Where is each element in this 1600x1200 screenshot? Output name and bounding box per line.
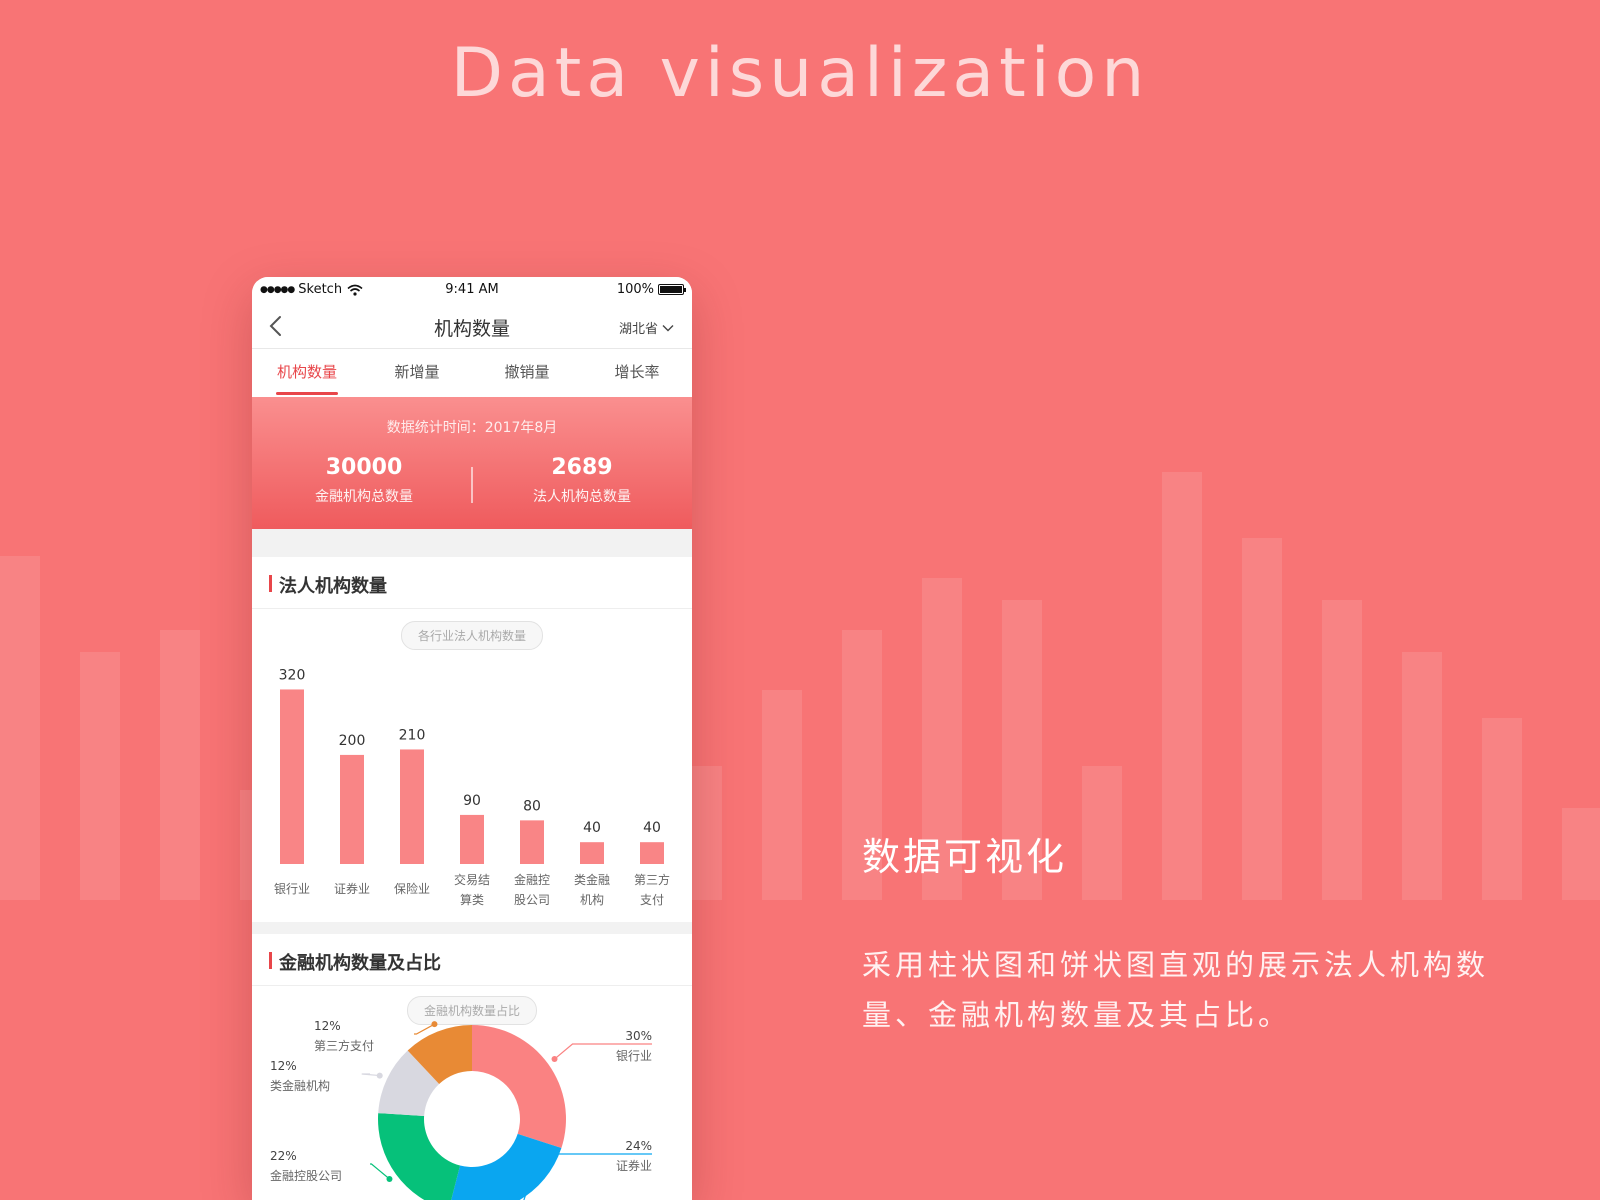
leader-line — [361, 1073, 380, 1077]
bar — [520, 820, 544, 864]
background-bar — [1082, 766, 1122, 900]
battery-percent: 100% — [616, 282, 654, 297]
donut-chart: 30% 银行业 24% 证券业 22% 金融控股公司 12% 类金融机构 12% 第三方支付 — [270, 1019, 652, 1200]
category-label: 算类 — [460, 892, 484, 907]
background-bar — [1322, 600, 1362, 900]
stat-financial-total: 30000 金融机构总数量 — [264, 455, 464, 506]
tab-new-count[interactable]: 新增量 — [362, 349, 472, 397]
category-label: 机构 — [580, 892, 604, 907]
pie-slice — [472, 1025, 566, 1149]
side-title: 数据可视化 — [862, 835, 1068, 879]
category-label: 保险业 — [394, 881, 430, 896]
bar-value-label: 40 — [643, 820, 661, 836]
category-label: 证券业 — [334, 881, 370, 896]
bar-chart-card: 法人机构数量 各行业法人机构数量 320 银行业 200 证券业 210 保险业 90 交易结… — [252, 557, 692, 922]
region-selector[interactable]: 湖北省 — [619, 318, 674, 337]
bar-value-label: 320 — [279, 667, 306, 683]
leader-line — [414, 1023, 435, 1035]
bar-value-label: 210 — [399, 727, 426, 743]
summary-panel: 数据统计时间：2017年8月 30000 金融机构总数量 2689 法人机构总数… — [252, 397, 692, 529]
background-bar — [1562, 808, 1600, 900]
bar — [340, 754, 364, 864]
bar-value-label: 200 — [339, 733, 366, 749]
slice-name-label: 金融控股公司 — [270, 1168, 342, 1183]
background-bar — [762, 690, 802, 900]
stat-divider — [471, 467, 473, 503]
slice-name-label: 第三方支付 — [314, 1038, 374, 1053]
pie-chart-card: 金融机构数量及占比 金融机构数量占比 30% 银行业 24% 证券业 22% 金融控股公司… — [252, 934, 692, 1200]
category-label: 支付 — [640, 893, 664, 907]
tab-institution-count[interactable]: 机构数量 — [252, 349, 362, 397]
bar — [640, 842, 664, 864]
background-bar — [1242, 538, 1282, 900]
category-label: 银行业 — [274, 882, 310, 896]
category-label: 金融控 — [514, 872, 550, 887]
slice-percent-label: 22% — [270, 1149, 297, 1163]
background-bar — [160, 630, 200, 900]
bar-value-label: 40 — [583, 820, 601, 836]
background-bar — [692, 766, 722, 900]
bar — [400, 749, 424, 864]
category-label: 股公司 — [514, 893, 550, 907]
bar — [460, 814, 484, 864]
bar-value-label: 90 — [463, 793, 481, 809]
tab-bar: 机构数量 新增量 撤销量 增长率 — [252, 349, 692, 397]
background-bar — [1162, 472, 1202, 900]
battery-icon — [658, 284, 686, 295]
bar — [580, 842, 604, 864]
hero-title: Data visualization — [450, 34, 1150, 113]
slice-name-label: 证券业 — [616, 1158, 652, 1173]
background-bar — [1482, 718, 1522, 900]
slice-percent-label: 24% — [625, 1139, 652, 1153]
pie-slice — [451, 1133, 562, 1200]
slice-percent-label: 12% — [270, 1059, 297, 1073]
nav-bar: 机构数量 湖北省 — [252, 303, 692, 349]
status-right: 100% — [616, 282, 686, 297]
stat-label: 金融机构总数量 — [315, 489, 413, 505]
background-bar — [240, 790, 252, 900]
stat-legal-total: 2689 法人机构总数量 — [482, 455, 682, 506]
background-bar — [80, 652, 120, 900]
region-label: 湖北省 — [618, 322, 658, 337]
stat-value: 2689 — [551, 455, 613, 480]
phone-screen: ●●●●● Sketch 9:41 AM 100% 机构数量 湖北省 机构数量 — [252, 277, 692, 1200]
background-bar — [0, 556, 40, 900]
slice-percent-label: 30% — [625, 1029, 652, 1043]
stat-label: 法人机构总数量 — [533, 489, 631, 505]
pie-slice — [378, 1113, 461, 1200]
stat-value: 30000 — [325, 455, 403, 480]
category-label: 类金融 — [574, 872, 610, 887]
bar-value-label: 80 — [523, 798, 541, 814]
tab-revoked-count[interactable]: 撤销量 — [472, 349, 582, 397]
bar — [280, 689, 304, 864]
chevron-down-icon — [662, 324, 674, 331]
side-description: 采用柱状图和饼状图直观的展示法人机构数量、金融机构数量及其占比。 — [862, 948, 1490, 1032]
slice-percent-label: 12% — [314, 1019, 341, 1033]
background-bar — [1402, 652, 1442, 900]
tab-growth-rate[interactable]: 增长率 — [582, 349, 692, 397]
status-bar: ●●●●● Sketch 9:41 AM 100% — [252, 277, 692, 303]
leader-line — [370, 1163, 390, 1180]
category-label: 交易结 — [454, 872, 490, 887]
stats-time: 数据统计时间：2017年8月 — [386, 420, 558, 436]
category-label: 第三方 — [634, 872, 670, 887]
slice-name-label: 类金融机构 — [270, 1078, 330, 1093]
slice-name-label: 银行业 — [616, 1049, 652, 1063]
bar-chart: 320 银行业 200 证券业 210 保险业 90 交易结算类 80 金融控股公司 40 类金融机构… — [274, 667, 670, 907]
